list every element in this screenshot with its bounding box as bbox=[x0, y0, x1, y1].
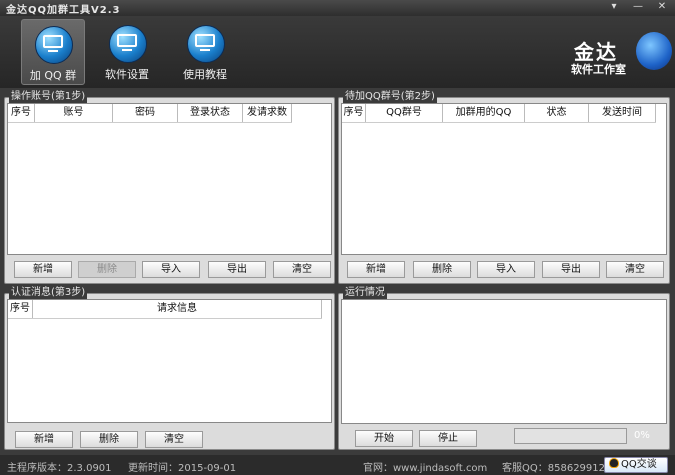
accounts-list[interactable]: 序号 账号 密码 登录状态 发请求数 bbox=[7, 103, 332, 255]
accounts-clear-button[interactable]: 清空 bbox=[273, 261, 331, 278]
progress-bar bbox=[514, 428, 627, 444]
status-bar: 主程序版本：2.3.0901 更新时间：2015-09-01 官网：www.ji… bbox=[0, 455, 675, 475]
accounts-add-button[interactable]: 新增 bbox=[14, 261, 72, 278]
groups-clear-button[interactable]: 清空 bbox=[606, 261, 664, 278]
groups-panel: 待加QQ群号(第2步) 序号 QQ群号 加群用的QQ 状态 发送时间 新增 删除… bbox=[338, 91, 670, 284]
verify-delete-button[interactable]: 删除 bbox=[80, 431, 138, 448]
title-bar: 金达QQ加群工具V2.3 ▾ — ✕ bbox=[0, 0, 675, 16]
nav-settings[interactable]: 软件设置 bbox=[96, 19, 158, 83]
run-log[interactable] bbox=[341, 299, 667, 424]
groups-export-button[interactable]: 导出 bbox=[542, 261, 600, 278]
close-button[interactable]: ✕ bbox=[650, 0, 674, 14]
website-text: 官网：www.jindasoft.com bbox=[363, 463, 488, 474]
column-header[interactable]: 序号 bbox=[8, 104, 35, 122]
nav-label: 使用教程 bbox=[183, 68, 227, 81]
verify-clear-button[interactable]: 清空 bbox=[145, 431, 203, 448]
nav-join-group[interactable]: 加 QQ 群 bbox=[21, 19, 85, 85]
accounts-panel-title: 操作账号(第1步) bbox=[9, 91, 88, 103]
column-header[interactable]: 密码 bbox=[113, 104, 178, 122]
nav-label: 加 QQ 群 bbox=[29, 69, 77, 82]
groups-panel-title: 待加QQ群号(第2步) bbox=[343, 91, 437, 103]
minimize-button[interactable]: — bbox=[626, 0, 650, 14]
column-header[interactable]: 请求信息 bbox=[33, 300, 322, 318]
app-title: 金达QQ加群工具V2.3 bbox=[6, 5, 121, 16]
qq-chat-button[interactable]: QQ交谈 bbox=[604, 457, 668, 473]
monitor-icon bbox=[195, 34, 215, 47]
groups-delete-button[interactable]: 删除 bbox=[413, 261, 471, 278]
accounts-delete-button[interactable]: 删除 bbox=[78, 261, 136, 278]
monitor-icon bbox=[117, 34, 137, 47]
groups-import-button[interactable]: 导入 bbox=[477, 261, 535, 278]
column-header[interactable]: 发请求数 bbox=[243, 104, 292, 122]
verify-list-header: 序号 请求信息 bbox=[8, 300, 322, 319]
support-qq-text: 客服QQ：858629912 bbox=[502, 463, 606, 474]
accounts-import-button[interactable]: 导入 bbox=[142, 261, 200, 278]
groups-list[interactable]: 序号 QQ群号 加群用的QQ 状态 发送时间 bbox=[341, 103, 667, 255]
accounts-panel: 操作账号(第1步) 序号 账号 密码 登录状态 发请求数 新增 删除 导入 导出… bbox=[4, 91, 335, 284]
verify-add-button[interactable]: 新增 bbox=[15, 431, 73, 448]
groups-add-button[interactable]: 新增 bbox=[347, 261, 405, 278]
logo-subtitle: 软件工作室 bbox=[571, 63, 626, 76]
run-panel-title: 运行情况 bbox=[343, 287, 387, 299]
nav-label: 软件设置 bbox=[105, 68, 149, 81]
version-text: 主程序版本：2.3.0901 bbox=[7, 463, 112, 474]
accounts-list-header: 序号 账号 密码 登录状态 发请求数 bbox=[8, 104, 292, 123]
column-header[interactable]: 序号 bbox=[342, 104, 366, 122]
groups-list-header: 序号 QQ群号 加群用的QQ 状态 发送时间 bbox=[342, 104, 656, 123]
column-header[interactable]: 发送时间 bbox=[589, 104, 656, 122]
verify-list[interactable]: 序号 请求信息 bbox=[7, 299, 332, 423]
qq-chat-label: QQ交谈 bbox=[621, 459, 657, 470]
monitor-icon bbox=[43, 35, 63, 48]
run-panel: 运行情况 开始 停止 bbox=[338, 287, 670, 450]
menu-dropdown-icon[interactable]: ▾ bbox=[602, 0, 626, 14]
column-header[interactable]: 序号 bbox=[8, 300, 33, 318]
column-header[interactable]: 登录状态 bbox=[178, 104, 243, 122]
accounts-export-button[interactable]: 导出 bbox=[208, 261, 266, 278]
verify-panel: 认证消息(第3步) 序号 请求信息 新增 删除 清空 bbox=[4, 287, 335, 450]
update-time-text: 更新时间：2015-09-01 bbox=[128, 463, 237, 474]
column-header[interactable]: 状态 bbox=[525, 104, 589, 122]
nav-tutorial[interactable]: 使用教程 bbox=[174, 19, 236, 83]
progress-label: 0% bbox=[634, 430, 650, 441]
stop-button[interactable]: 停止 bbox=[419, 430, 477, 447]
column-header[interactable]: QQ群号 bbox=[366, 104, 443, 122]
start-button[interactable]: 开始 bbox=[355, 430, 413, 447]
column-header[interactable]: 加群用的QQ bbox=[443, 104, 525, 122]
qq-penguin-icon bbox=[609, 458, 619, 468]
verify-panel-title: 认证消息(第3步) bbox=[9, 287, 88, 299]
column-header[interactable]: 账号 bbox=[35, 104, 113, 122]
logo-globe-icon bbox=[636, 32, 672, 70]
